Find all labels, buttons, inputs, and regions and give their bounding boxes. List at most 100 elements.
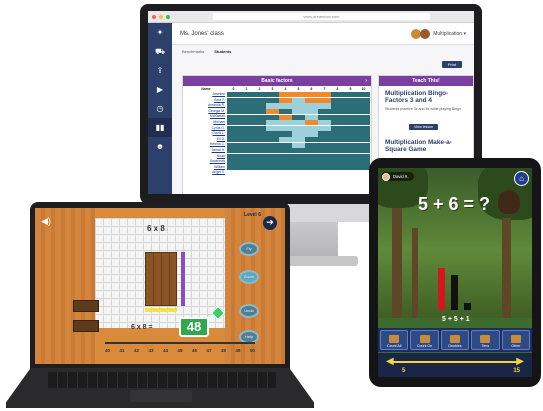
fact-cell[interactable] [227, 131, 240, 137]
counting-bar[interactable] [451, 275, 458, 310]
class-title[interactable]: Ms. Jones' class [180, 31, 224, 37]
fact-cell[interactable] [266, 92, 279, 98]
fact-cell[interactable] [279, 142, 292, 148]
fact-cell[interactable] [344, 153, 357, 159]
fact-cell[interactable] [253, 108, 266, 115]
fact-cell[interactable] [227, 164, 240, 171]
fact-cell[interactable] [279, 97, 292, 103]
fact-cell[interactable] [227, 125, 240, 131]
fact-cell[interactable] [318, 142, 331, 148]
fact-cell[interactable] [318, 153, 331, 159]
home-button[interactable]: ⌂ [514, 171, 529, 186]
fact-cell[interactable] [279, 153, 292, 159]
play-icon[interactable]: ▶ [148, 80, 172, 99]
fact-cell[interactable] [318, 170, 331, 176]
fact-cell[interactable] [266, 136, 279, 143]
fact-cell[interactable] [344, 125, 357, 131]
fact-cell[interactable] [292, 97, 305, 103]
fact-cell[interactable] [305, 97, 318, 103]
fact-cell[interactable] [292, 148, 305, 154]
fact-cell[interactable] [318, 97, 331, 103]
fact-cell[interactable] [227, 108, 240, 115]
fact-cell[interactable] [357, 125, 370, 131]
strategy-button[interactable]: Count All [380, 330, 409, 350]
fact-cell[interactable] [305, 131, 318, 137]
address-bar[interactable]: www.dreambox.com [213, 13, 430, 20]
fact-cell[interactable] [357, 170, 370, 176]
fact-cell[interactable] [253, 131, 266, 137]
fact-cell[interactable] [292, 108, 305, 115]
tab-students[interactable]: Students [214, 49, 231, 54]
fact-cell[interactable] [357, 159, 370, 165]
fact-cell[interactable] [292, 92, 305, 98]
fact-cell[interactable] [331, 159, 344, 165]
fly-button[interactable]: Fly [239, 242, 259, 256]
view-lesson-button[interactable]: View lesson [409, 123, 439, 130]
fact-cell[interactable] [344, 142, 357, 148]
fact-cell[interactable] [279, 120, 292, 126]
fact-cell[interactable] [331, 170, 344, 176]
fact-cell[interactable] [292, 125, 305, 131]
fact-cell[interactable] [292, 159, 305, 165]
fact-cell[interactable] [266, 120, 279, 126]
fact-cell[interactable] [266, 148, 279, 154]
fact-cell[interactable] [318, 131, 331, 137]
fact-cell[interactable] [240, 103, 253, 109]
chevron-right-icon[interactable]: › [365, 76, 367, 86]
fact-cell[interactable] [318, 120, 331, 126]
answer-badge[interactable]: 48 [179, 317, 209, 337]
fact-cell[interactable] [279, 114, 292, 120]
fact-cell[interactable] [240, 142, 253, 148]
fact-cell[interactable] [240, 108, 253, 115]
range-slider[interactable]: ◀ ▶ 5 15 [378, 353, 532, 377]
fact-cell[interactable] [227, 136, 240, 143]
fact-cell[interactable] [318, 125, 331, 131]
fact-cell[interactable] [331, 108, 344, 115]
fact-cell[interactable] [305, 114, 318, 120]
fact-cell[interactable] [253, 97, 266, 103]
fact-cell[interactable] [305, 125, 318, 131]
fact-cell[interactable] [357, 114, 370, 120]
fact-cell[interactable] [331, 97, 344, 103]
fact-cell[interactable] [292, 114, 305, 120]
fact-cell[interactable] [253, 164, 266, 171]
fact-cell[interactable] [344, 114, 357, 120]
fact-cell[interactable] [305, 148, 318, 154]
fact-cell[interactable] [292, 103, 305, 109]
lesson-title[interactable]: Multiplication Make-a-Square Game [385, 139, 467, 153]
crate[interactable] [73, 320, 99, 332]
fact-cell[interactable] [331, 136, 344, 143]
fact-cell[interactable] [266, 108, 279, 115]
strategy-button[interactable]: Count On [410, 330, 439, 350]
strategy-button[interactable]: Doubles [440, 330, 470, 350]
fact-cell[interactable] [266, 97, 279, 103]
chart-icon[interactable]: ▮▮ [148, 118, 172, 137]
fact-cell[interactable] [266, 159, 279, 165]
minimize-window-button[interactable] [159, 14, 163, 19]
clock-icon[interactable]: ◷ [148, 99, 172, 118]
fact-cell[interactable] [344, 170, 357, 176]
fact-cell[interactable] [240, 159, 253, 165]
fact-cell[interactable] [240, 164, 253, 171]
fact-cell[interactable] [253, 103, 266, 109]
fact-cell[interactable] [331, 114, 344, 120]
fact-cell[interactable] [253, 136, 266, 143]
fact-cell[interactable] [227, 114, 240, 120]
fact-cell[interactable] [253, 92, 266, 98]
undo-button[interactable]: Undo [239, 304, 259, 318]
counting-bar[interactable] [464, 303, 471, 310]
print-button[interactable]: Print [442, 61, 462, 68]
fact-cell[interactable] [344, 92, 357, 98]
strategy-button[interactable]: Tens [471, 330, 500, 350]
cart-icon[interactable]: ⛟ [148, 42, 172, 61]
fact-cell[interactable] [227, 97, 240, 103]
fact-cell[interactable] [357, 153, 370, 159]
fact-cell[interactable] [292, 120, 305, 126]
column-bar[interactable] [145, 308, 177, 312]
fact-cell[interactable] [357, 136, 370, 143]
area-block[interactable] [145, 252, 177, 306]
fact-cell[interactable] [240, 153, 253, 159]
fact-cell[interactable] [344, 97, 357, 103]
next-arrow-button[interactable]: ➔ [263, 216, 277, 230]
fact-cell[interactable] [266, 114, 279, 120]
